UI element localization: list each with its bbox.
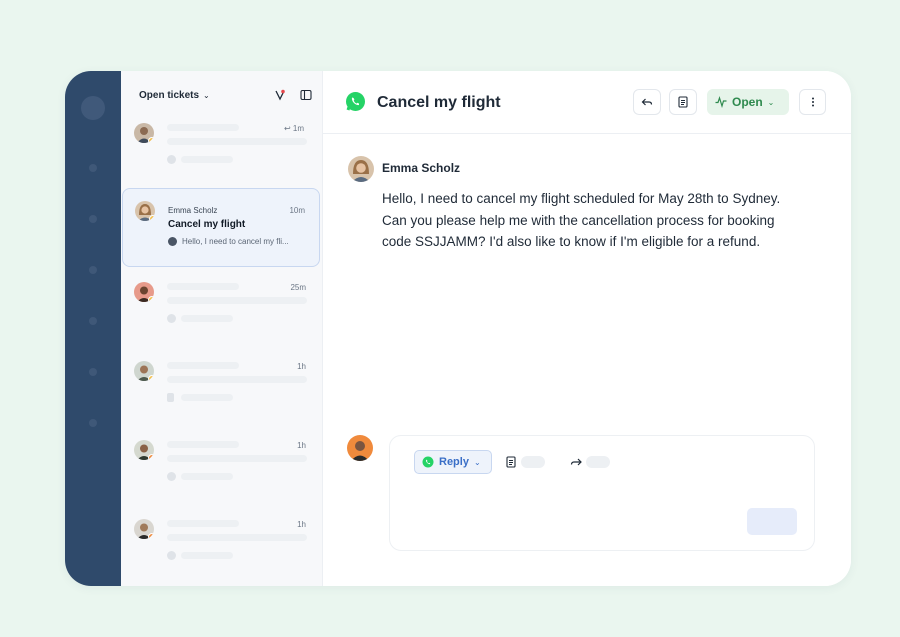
nav-item-1-icon[interactable] [89, 164, 97, 172]
nav-item-3-icon[interactable] [89, 266, 97, 274]
ticket-preview: Hello, I need to cancel my fli... [182, 237, 289, 246]
ai-sparkle-icon[interactable] [274, 89, 286, 101]
ticket-list-item[interactable]: ↩ 1m [122, 111, 320, 189]
ticket-time: ↩ 1m [283, 124, 304, 133]
more-options-button[interactable] [799, 89, 826, 115]
avatar [348, 156, 374, 182]
nav-rail [65, 71, 121, 586]
undo-arrow-icon [641, 98, 653, 106]
more-vertical-icon [811, 97, 814, 107]
ticket-list-item[interactable]: 25m [122, 270, 320, 348]
agent-avatar [347, 435, 373, 461]
chat-icon [167, 314, 176, 323]
ticket-time: 25m [290, 283, 306, 292]
document-icon [678, 96, 688, 108]
ticket-time: 1h [297, 362, 306, 371]
ticket-customer-name: Emma Scholz [168, 206, 218, 215]
reply-back-button[interactable] [633, 89, 661, 115]
reply-composer[interactable]: Reply ⌄ [389, 435, 815, 551]
reply-arrow-icon: ↩ [283, 124, 293, 133]
reply-mode-dropdown[interactable]: Reply ⌄ [414, 450, 492, 474]
whatsapp-icon [345, 91, 366, 112]
chevron-down-icon[interactable]: ⌄ [203, 91, 210, 100]
notes-button[interactable] [669, 89, 697, 115]
messenger-icon [167, 551, 176, 560]
app-window: Open tickets ⌄ ↩ 1m Emma Scholz 10m Canc… [65, 71, 851, 586]
ticket-time: 10m [289, 206, 305, 215]
send-button[interactable] [747, 508, 797, 535]
ticket-list-panel: Open tickets ⌄ ↩ 1m Emma Scholz 10m Canc… [121, 71, 323, 586]
avatar [134, 440, 154, 460]
conversation-header: Cancel my flight Open ⌄ [323, 71, 851, 134]
whatsapp-icon [168, 237, 177, 246]
message-author: Emma Scholz [382, 161, 461, 175]
whatsapp-icon [422, 456, 434, 468]
nav-item-6-icon[interactable] [89, 419, 97, 427]
avatar [134, 282, 154, 302]
status-dropdown[interactable]: Open ⌄ [707, 89, 789, 115]
activity-icon [715, 96, 727, 108]
ticket-list-item-active[interactable]: Emma Scholz 10m Cancel my flight Hello, … [122, 188, 320, 267]
ticket-list-item[interactable]: 1h [122, 349, 320, 427]
phone-icon [167, 393, 174, 402]
reply-label: Reply [439, 456, 469, 468]
message-body: Hello, I need to cancel my flight schedu… [382, 191, 781, 249]
ticket-list-item[interactable]: 1h [122, 428, 320, 506]
forward-arrow-icon [570, 458, 582, 466]
avatar [135, 201, 155, 221]
nav-item-4-icon[interactable] [89, 317, 97, 325]
forward-tool-button[interactable] [570, 451, 610, 473]
document-icon [506, 456, 516, 468]
ticket-time: 1h [297, 441, 306, 450]
ticket-filter-dropdown[interactable]: Open tickets [139, 90, 199, 101]
status-label: Open [732, 95, 763, 109]
app-logo-icon[interactable] [81, 96, 105, 120]
nav-item-5-icon[interactable] [89, 368, 97, 376]
avatar [134, 361, 154, 381]
nav-item-2-icon[interactable] [89, 215, 97, 223]
chevron-down-icon: ⌄ [473, 457, 481, 467]
conversation-panel: Cancel my flight Open ⌄ Emma Scholz Hell… [323, 71, 851, 586]
ticket-title: Cancel my flight [377, 94, 501, 111]
avatar [134, 519, 154, 539]
web-chat-icon [167, 472, 176, 481]
note-tool-button[interactable] [506, 451, 545, 473]
avatar [134, 123, 154, 143]
messenger-icon [167, 155, 176, 164]
ticket-subject: Cancel my flight [168, 219, 246, 230]
ticket-list-item[interactable]: 1h [122, 507, 320, 585]
panel-toggle-icon[interactable] [300, 89, 312, 101]
chevron-down-icon: ⌄ [767, 97, 775, 107]
ticket-time: 1h [297, 520, 306, 529]
